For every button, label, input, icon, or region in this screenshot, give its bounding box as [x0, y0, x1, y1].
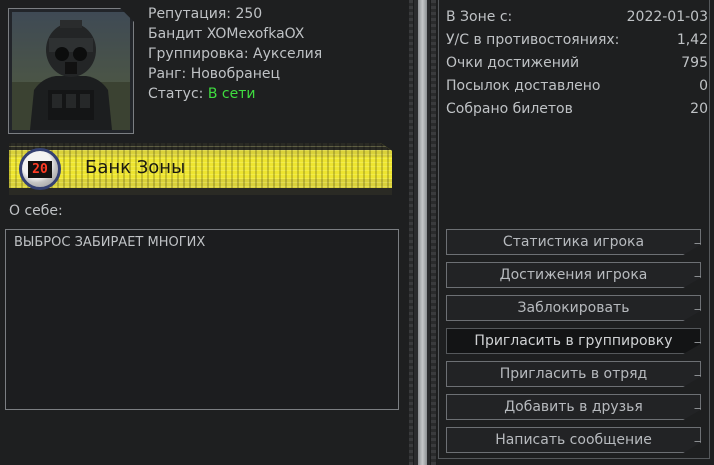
about-text: ВЫБРОС ЗАБИРАЕТ МНОГИХ	[14, 235, 206, 250]
stat-row-achievement-points: Очки достижений 795	[446, 52, 708, 75]
faction-label: Группировка:	[148, 46, 249, 62]
button-label: Достижения игрока	[499, 267, 648, 283]
about-label: О себе:	[9, 203, 63, 219]
block-button[interactable]: Заблокировать	[446, 295, 701, 321]
add-friend-button[interactable]: Добавить в друзья	[446, 394, 701, 420]
stat-row-kd: У/С в противостояниях: 1,42	[446, 29, 708, 52]
rank-label: Ранг:	[148, 66, 187, 82]
stat-row-parcels: Посылок доставлено 0	[446, 75, 708, 98]
avatar[interactable]	[8, 8, 134, 134]
reputation-label: Репутация:	[148, 6, 231, 22]
button-label: Написать сообщение	[495, 432, 652, 448]
stat-label: Посылок доставлено	[446, 78, 601, 94]
faction-value: Аукселия	[253, 46, 323, 62]
status-label: Статус:	[148, 86, 204, 102]
button-label: Пригласить в отряд	[499, 366, 648, 382]
stat-value: 0	[699, 78, 708, 94]
send-message-button[interactable]: Написать сообщение	[446, 427, 701, 453]
banner-edge-bottom	[9, 188, 392, 195]
stat-value: 2022-01-03	[626, 9, 708, 25]
status-value: В сети	[207, 86, 256, 102]
panel-divider-left	[409, 0, 413, 465]
reputation-value: 250	[235, 6, 263, 22]
player-name: Бандит XOMexofkaOX	[148, 26, 305, 42]
stat-row-zone-since: В Зоне с: 2022-01-03	[446, 6, 708, 29]
faction-row: Группировка: Аукселия	[148, 44, 322, 64]
status-row: Статус: В сети	[148, 84, 322, 104]
stat-value: 795	[681, 55, 708, 71]
stalker-avatar-icon	[12, 12, 130, 130]
stat-value: 20	[690, 101, 708, 117]
invite-squad-button[interactable]: Пригласить в отряд	[446, 361, 701, 387]
badge-number: 20	[28, 161, 52, 178]
stat-label: У/С в противостояниях:	[446, 32, 620, 48]
about-textbox: ВЫБРОС ЗАБИРАЕТ МНОГИХ	[5, 229, 399, 410]
stat-row-tickets: Собрано билетов 20	[446, 98, 708, 121]
button-label: Пригласить в группировку	[474, 333, 673, 349]
button-label: Заблокировать	[517, 300, 630, 316]
invite-faction-button[interactable]: Пригласить в группировку	[446, 328, 701, 354]
button-label: Добавить в друзья	[504, 399, 643, 415]
profile-panel: Репутация: 250 Бандит XOMexofkaOX Группи…	[0, 0, 410, 465]
panel-divider-right	[431, 0, 436, 465]
rank-value: Новобранец	[190, 66, 281, 82]
bank-label[interactable]: Банк Зоны	[85, 157, 185, 178]
stat-value: 1,42	[676, 32, 708, 48]
stat-label: Собрано билетов	[446, 101, 573, 117]
profile-info: Репутация: 250 Бандит XOMexofkaOX Группи…	[148, 4, 322, 104]
player-stats-button[interactable]: Статистика игрока	[446, 229, 701, 255]
action-buttons: Статистика игрока Достижения игрока Забл…	[446, 229, 701, 460]
stats-list: В Зоне с: 2022-01-03 У/С в противостояни…	[446, 6, 708, 121]
reputation-row: Репутация: 250	[148, 4, 322, 24]
button-label: Статистика игрока	[502, 234, 645, 250]
stat-label: Очки достижений	[446, 55, 580, 71]
player-achievements-button[interactable]: Достижения игрока	[446, 262, 701, 288]
scrollbar[interactable]	[414, 0, 430, 465]
rank-row: Ранг: Новобранец	[148, 64, 322, 84]
bank-badge-icon: 20	[19, 148, 61, 190]
scrollbar-thumb[interactable]	[418, 0, 427, 465]
stats-panel: В Зоне с: 2022-01-03 У/С в противостояни…	[437, 0, 714, 465]
bank-banner[interactable]	[9, 143, 392, 195]
stat-label: В Зоне с:	[446, 9, 513, 25]
